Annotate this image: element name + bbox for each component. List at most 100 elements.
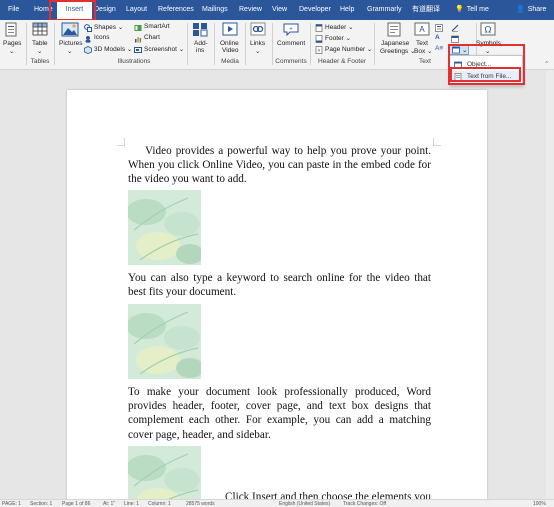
comment-icon: + xyxy=(283,23,299,37)
icons-icon xyxy=(85,36,91,43)
chevron-down-icon: ⌄ xyxy=(9,48,15,55)
tell-me-label: Tell me xyxy=(466,6,489,13)
table-icon xyxy=(32,22,48,36)
pictures-icon xyxy=(61,22,79,37)
tab-view[interactable]: View xyxy=(272,0,287,20)
cube-icon xyxy=(84,46,92,54)
tab-youdao[interactable]: 有道翻译 xyxy=(412,0,440,20)
links-label: Links xyxy=(250,40,266,47)
shapes-label: Shapes ⌄ xyxy=(94,24,124,31)
smartart-icon xyxy=(134,25,142,31)
tab-file[interactable]: File xyxy=(8,0,19,20)
leaf-picture xyxy=(128,304,201,379)
leaf-picture xyxy=(128,446,201,507)
status-zoom[interactable]: 100% xyxy=(533,501,546,507)
person-icon: 👤 xyxy=(516,6,525,13)
svg-text:+: + xyxy=(289,27,293,33)
divider xyxy=(245,23,246,65)
addins-label: Add- xyxy=(194,40,208,47)
screenshot-label: Screenshot ⌄ xyxy=(144,46,185,53)
video-icon xyxy=(222,22,238,36)
calendar-icon xyxy=(451,35,459,43)
text-box-icon: A xyxy=(414,22,430,36)
divider xyxy=(54,23,55,65)
tab-grammarly[interactable]: Grammarly xyxy=(367,0,402,20)
shapes-icon xyxy=(84,24,92,32)
tab-layout[interactable]: Layout xyxy=(126,0,147,20)
tab-references[interactable]: References xyxy=(158,0,194,20)
pages-icon xyxy=(5,22,17,37)
screenshot-icon xyxy=(134,47,142,53)
link-icon xyxy=(250,22,266,36)
text-box-label-2: Box ⌄ xyxy=(414,48,433,55)
page-number-icon: # xyxy=(315,46,323,54)
text-from-file-highlight xyxy=(450,67,521,82)
chevron-down-icon: ⌄ xyxy=(37,48,43,55)
document-area: Video provides a powerful way to help yo… xyxy=(0,70,554,507)
group-label-tables: Tables xyxy=(30,58,50,65)
pages-label: Pages xyxy=(3,40,22,47)
status-page[interactable]: PAGE: 1 xyxy=(2,501,21,507)
omega-icon: Ω xyxy=(480,22,496,36)
paragraph-2: You can also type a keyword to search on… xyxy=(128,272,431,299)
chart-icon xyxy=(135,37,142,43)
wordart-icon: A xyxy=(435,34,440,41)
addins-label-2: ins xyxy=(196,47,205,54)
addins-icon xyxy=(193,23,208,37)
margin-corner-mark xyxy=(117,138,125,146)
status-page-of[interactable]: Page 1 of 86 xyxy=(62,501,90,507)
status-words[interactable]: 28575 words xyxy=(186,501,215,507)
tab-help[interactable]: Help xyxy=(340,0,354,20)
header-label: Header ⌄ xyxy=(325,24,354,31)
status-language[interactable]: English (United States) xyxy=(279,501,330,507)
tab-developer[interactable]: Developer xyxy=(299,0,331,20)
divider xyxy=(187,23,188,65)
header-icon xyxy=(315,24,323,32)
paragraph-1: Video provides a powerful way to help yo… xyxy=(128,145,431,186)
group-label-media: Media xyxy=(221,58,239,65)
status-at[interactable]: At: 1" xyxy=(103,501,115,507)
tell-me[interactable]: 💡 Tell me xyxy=(455,0,489,20)
footer-icon xyxy=(315,35,323,43)
chevron-down-icon: ⌄ xyxy=(255,48,261,55)
status-section[interactable]: Section: 1 xyxy=(30,501,52,507)
tab-mailings[interactable]: Mailings xyxy=(202,0,228,20)
chevron-down-icon: ⌄ xyxy=(67,48,73,55)
leaf-image[interactable] xyxy=(128,446,201,507)
divider xyxy=(26,23,27,65)
leaf-image[interactable] xyxy=(128,304,201,379)
collapse-ribbon-icon[interactable]: ⌃ xyxy=(544,60,549,68)
group-label-header-footer: Header & Footer xyxy=(317,58,367,65)
japanese-greetings-label: Japanese xyxy=(381,40,410,47)
text-box-label: Text xyxy=(416,40,428,47)
comment-label: Comment xyxy=(277,40,306,47)
group-label-illustrations: Illustrations xyxy=(117,58,151,65)
insert-tab-highlight xyxy=(49,0,96,21)
icons-label: Icons xyxy=(94,34,110,41)
share-button[interactable]: 👤 Share xyxy=(516,0,546,20)
tab-review[interactable]: Review xyxy=(239,0,262,20)
status-column[interactable]: Column: 1 xyxy=(148,501,171,507)
margin-corner-mark xyxy=(433,138,441,146)
lightbulb-icon: 💡 xyxy=(455,6,464,13)
signature-pen-icon xyxy=(451,24,459,32)
group-label-comments: Comments xyxy=(275,58,307,65)
page-number-label: Page Number ⌄ xyxy=(325,46,373,53)
online-video-label-2: Video xyxy=(222,47,239,54)
paragraph-3: To make your document look professionall… xyxy=(128,386,431,441)
drop-cap-icon: A≡ xyxy=(435,45,444,52)
status-bar: PAGE: 1 Section: 1 Page 1 of 86 At: 1" L… xyxy=(0,499,554,507)
status-line[interactable]: Line: 1 xyxy=(124,501,139,507)
svg-text:A: A xyxy=(419,25,425,34)
vertical-scrollbar[interactable] xyxy=(546,70,554,499)
pictures-label: Pictures xyxy=(59,40,83,47)
status-track-changes[interactable]: Track Changes: Off xyxy=(343,501,386,507)
greetings-icon xyxy=(387,22,401,37)
quick-parts-icon xyxy=(435,24,443,32)
chart-label: Chart xyxy=(144,34,160,41)
footer-label: Footer ⌄ xyxy=(325,35,352,42)
japanese-greetings-label-2: Greetings ⌄ xyxy=(380,48,416,55)
leaf-image[interactable] xyxy=(128,190,201,265)
tab-design[interactable]: Design xyxy=(94,0,116,20)
document-page[interactable]: Video provides a powerful way to help yo… xyxy=(67,90,487,507)
